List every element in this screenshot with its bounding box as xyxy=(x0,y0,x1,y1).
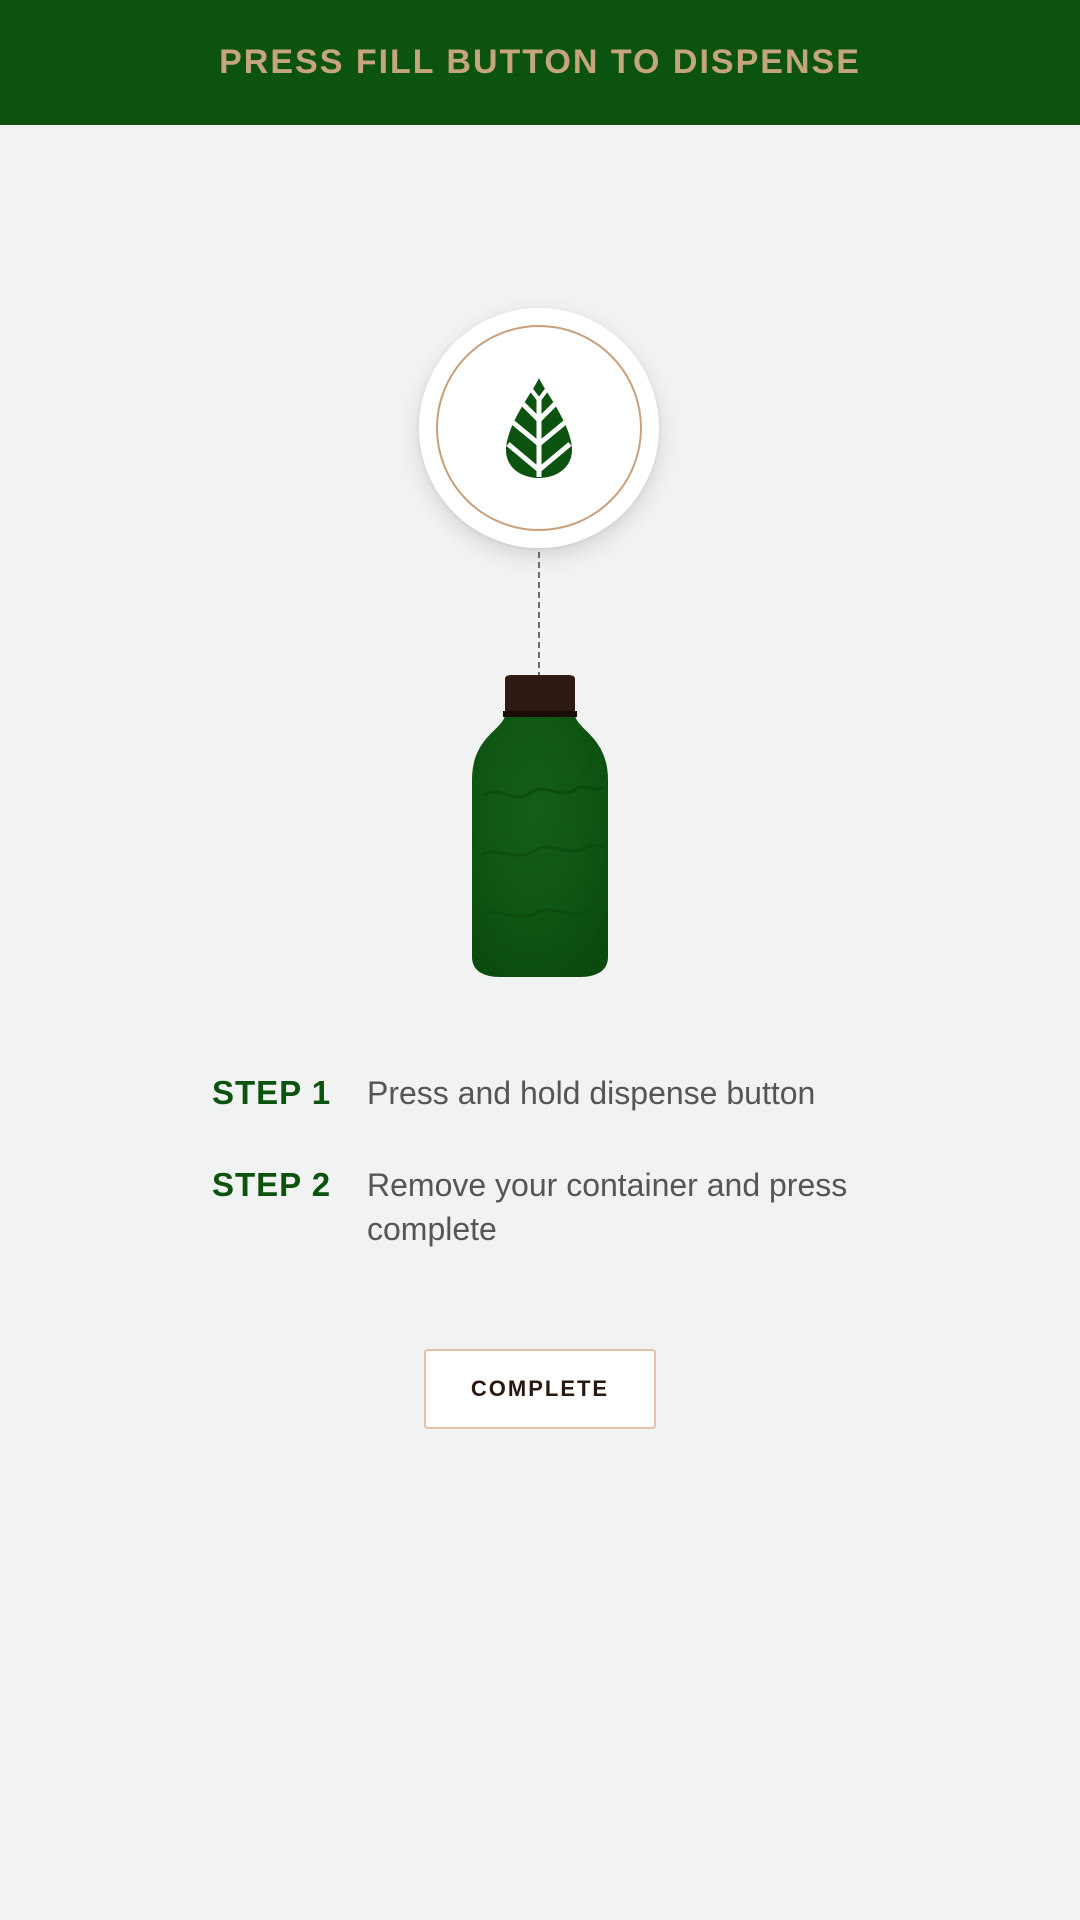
step-row: STEP 2 Remove your container and press c… xyxy=(212,1160,912,1251)
logo-ring xyxy=(436,325,642,531)
header-bar: PRESS FILL BUTTON TO DISPENSE xyxy=(0,0,1080,125)
brand-logo-badge xyxy=(419,308,659,548)
dispense-stream-line xyxy=(538,552,540,678)
instruction-steps: STEP 1 Press and hold dispense button ST… xyxy=(212,1068,912,1293)
step-text: Press and hold dispense button xyxy=(367,1075,816,1111)
step-text: Remove your container and press complete xyxy=(367,1167,848,1247)
complete-button[interactable]: COMPLETE xyxy=(424,1349,656,1429)
bottle-icon xyxy=(472,675,608,977)
leaf-drop-icon xyxy=(505,378,573,478)
step-row: STEP 1 Press and hold dispense button xyxy=(212,1068,912,1118)
step-label: STEP 2 xyxy=(212,1166,332,1203)
step-label: STEP 1 xyxy=(212,1074,332,1111)
complete-button-label: COMPLETE xyxy=(470,1376,610,1401)
page-title: PRESS FILL BUTTON TO DISPENSE xyxy=(219,43,861,81)
dispense-screen: PRESS FILL BUTTON TO DISPENSE STEP 1 Pre… xyxy=(0,0,1080,1920)
